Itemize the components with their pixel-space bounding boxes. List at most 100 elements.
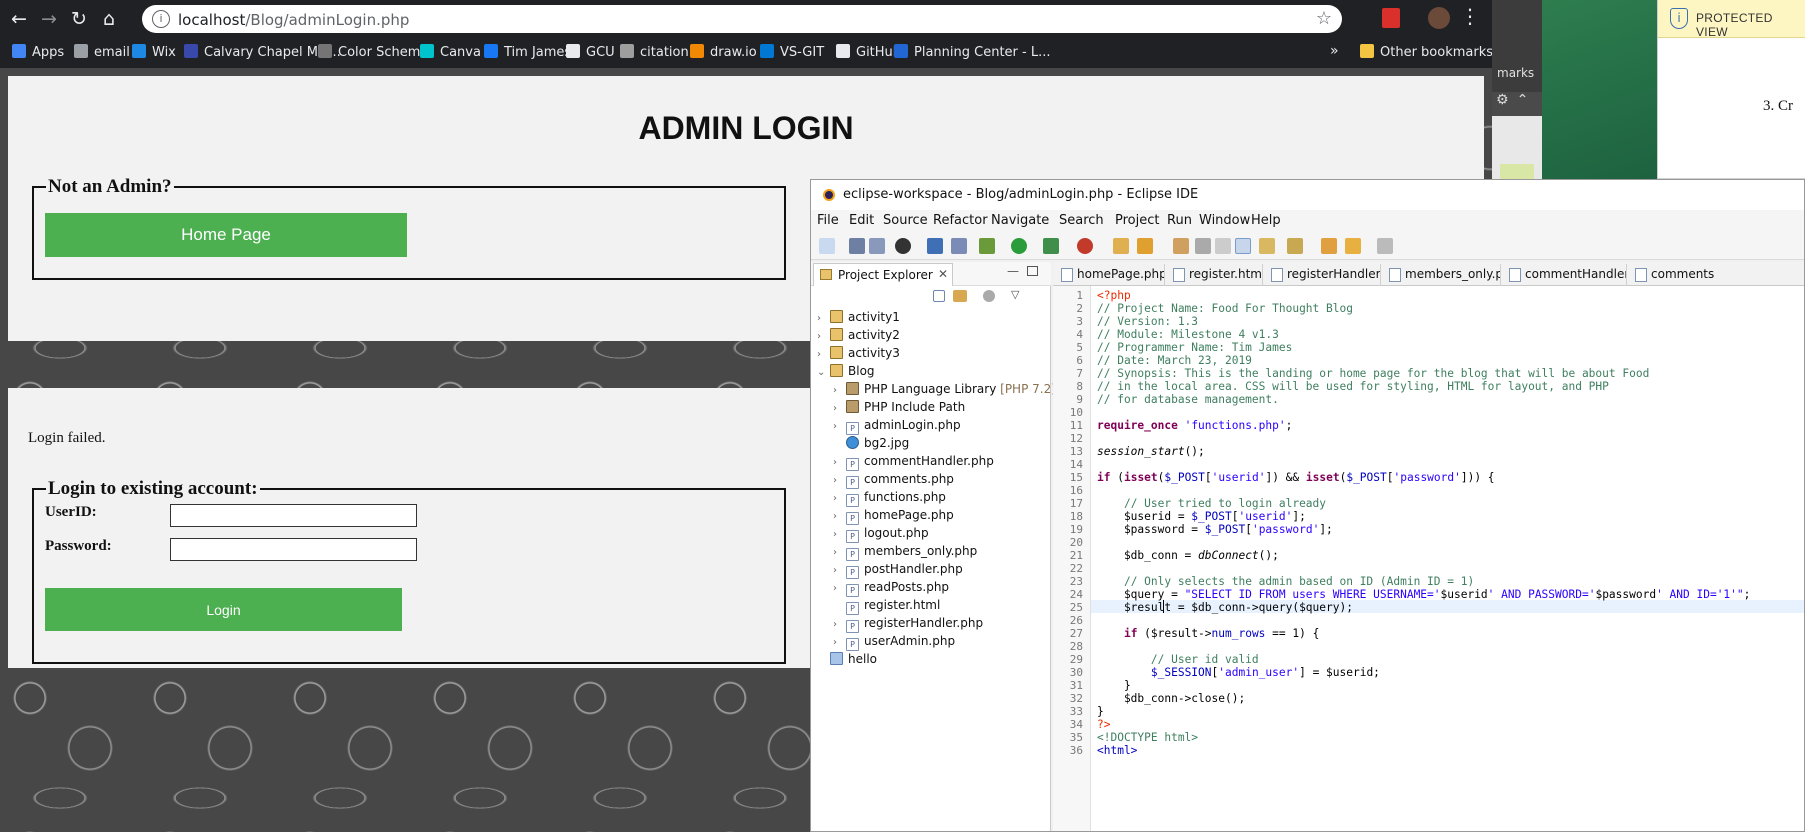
back-nav-icon[interactable]	[1345, 238, 1361, 254]
bookmark-star-icon[interactable]: ☆	[1316, 8, 1332, 29]
reload-icon[interactable]: ↻	[66, 6, 92, 32]
bookmark-item[interactable]: email	[74, 43, 130, 63]
bookmark-item[interactable]: Tim James	[484, 43, 571, 63]
menu-item-search[interactable]: Search	[1059, 213, 1104, 228]
profile-avatar-icon[interactable]	[1428, 7, 1450, 29]
tree-item[interactable]: › PcommentHandler.php	[833, 452, 994, 471]
collapse-icon[interactable]: ⌃	[1517, 92, 1529, 108]
tree-item[interactable]: › PregisterHandler.php	[833, 614, 983, 633]
editor-tab[interactable]: register.html	[1167, 264, 1263, 286]
password-input[interactable]	[170, 538, 417, 561]
gear-icon[interactable]: ⚙	[1496, 92, 1509, 108]
prev-annotation-icon[interactable]	[1287, 238, 1303, 254]
bookmark-item[interactable]: draw.io	[690, 43, 757, 63]
bookmark-item[interactable]: Planning Center - L...	[894, 43, 1050, 63]
debug-icon[interactable]	[979, 238, 995, 254]
tree-item[interactable]: › PhomePage.php	[833, 506, 954, 525]
bookmark-item[interactable]: GitHub	[836, 43, 901, 63]
tree-item[interactable]: › Pcomments.php	[833, 470, 954, 489]
terminal-icon[interactable]	[927, 238, 943, 254]
menu-item-run[interactable]: Run	[1167, 213, 1192, 228]
bookmark-item[interactable]: Color Scheme	[318, 43, 428, 63]
menu-item-window[interactable]: Window	[1199, 213, 1250, 228]
forward-icon[interactable]: →	[36, 6, 62, 32]
tree-item[interactable]: bg2.jpg	[833, 434, 909, 452]
menu-item-help[interactable]: Help	[1251, 213, 1281, 228]
tree-item[interactable]: › Pfunctions.php	[833, 488, 946, 507]
site-info-icon[interactable]: i	[152, 10, 170, 28]
editor-tab[interactable]: comments	[1629, 264, 1804, 286]
address-bar[interactable]: i localhost/Blog/adminLogin.php ☆	[142, 5, 1342, 33]
open-type-icon[interactable]	[1173, 238, 1189, 254]
menu-item-navigate[interactable]: Navigate	[991, 213, 1049, 228]
home-icon[interactable]: ⌂	[96, 6, 122, 32]
external-tools-icon[interactable]	[1077, 238, 1093, 254]
tree-item[interactable]: ⌄ Blog	[817, 362, 875, 380]
login-failed-message: Login failed.	[28, 430, 106, 446]
code-area[interactable]: <?php// Project Name: Food For Thought B…	[1091, 286, 1804, 831]
home-page-button[interactable]: Home Page	[45, 213, 407, 257]
bookmark-item[interactable]: Wix	[132, 43, 176, 63]
address-url[interactable]: localhost/Blog/adminLogin.php	[178, 11, 409, 29]
filter-icon[interactable]	[983, 290, 995, 302]
tree-item[interactable]: hello	[817, 650, 877, 668]
link-editor-icon[interactable]	[953, 290, 967, 302]
tree-item[interactable]: › PuserAdmin.php	[833, 632, 955, 651]
tree-item[interactable]: › PadminLogin.php	[833, 416, 961, 435]
minimize-icon[interactable]: —	[1007, 264, 1019, 278]
userid-input[interactable]	[170, 504, 417, 527]
tree-item[interactable]: › PpostHandler.php	[833, 560, 963, 579]
collapse-all-icon[interactable]	[933, 290, 945, 302]
login-button[interactable]: Login	[45, 588, 402, 631]
bookmark-item[interactable]: Canva	[420, 43, 481, 63]
project-explorer-tab[interactable]: Project Explorer ✕	[813, 263, 953, 286]
last-edit-icon[interactable]	[1321, 238, 1337, 254]
menu-item-edit[interactable]: Edit	[849, 213, 874, 228]
back-icon[interactable]: ←	[6, 6, 32, 32]
tree-item[interactable]: › Plogout.php	[833, 524, 929, 543]
skip-breakpoints-icon[interactable]	[951, 238, 967, 254]
bookmark-item[interactable]: citation	[620, 43, 689, 63]
tree-item[interactable]: › activity3	[817, 344, 900, 362]
tree-item[interactable]: › PreadPosts.php	[833, 578, 949, 597]
tree-item[interactable]: › PHP Language Library [PHP 7.2]	[833, 380, 1056, 398]
bookmarks-overflow-icon[interactable]: »	[1330, 43, 1339, 59]
save-all-icon[interactable]	[869, 238, 885, 254]
editor-tab[interactable]: registerHandler	[1265, 264, 1381, 286]
forward-nav-icon[interactable]	[1377, 238, 1393, 254]
menu-item-source[interactable]: Source	[883, 213, 928, 228]
view-menu-icon[interactable]: ▽	[1011, 288, 1019, 301]
build-icon[interactable]	[1137, 238, 1153, 254]
pdf-extension-icon[interactable]	[1382, 8, 1400, 28]
open-folder-icon[interactable]	[1113, 238, 1129, 254]
tree-item[interactable]: › activity1	[817, 308, 900, 326]
login-legend: Login to existing account:	[48, 478, 258, 499]
other-bookmarks[interactable]: Other bookmarks	[1360, 43, 1492, 63]
bookmark-item[interactable]: VS-GIT	[760, 43, 824, 63]
tree-item[interactable]: › activity2	[817, 326, 900, 344]
editor-tab[interactable]: members_only.ph	[1383, 264, 1501, 286]
tree-item[interactable]: › PHP Include Path	[833, 398, 965, 416]
task-icon[interactable]	[1195, 238, 1211, 254]
mark-occurrences-icon[interactable]	[1235, 238, 1251, 254]
new-icon[interactable]	[819, 238, 835, 254]
maximize-icon[interactable]	[1027, 266, 1038, 276]
run-icon[interactable]	[1011, 238, 1027, 254]
menu-item-file[interactable]: File	[817, 213, 839, 228]
browser-menu-icon[interactable]: ⋮	[1460, 4, 1480, 28]
menu-item-refactor[interactable]: Refactor	[933, 213, 988, 228]
pilcrow-icon[interactable]	[1215, 238, 1231, 254]
bookmark-item[interactable]: Apps	[12, 43, 64, 63]
close-icon[interactable]: ✕	[938, 267, 948, 281]
save-icon[interactable]	[849, 238, 865, 254]
menu-item-project[interactable]: Project	[1115, 213, 1159, 228]
coverage-icon[interactable]	[1043, 238, 1059, 254]
next-annotation-icon[interactable]	[1259, 238, 1275, 254]
expanded-chevron-icon[interactable]: ⌄	[817, 364, 827, 382]
editor-tab[interactable]: commentHandler.	[1503, 264, 1627, 286]
tree-item[interactable]: Pregister.html	[833, 596, 940, 615]
bookmark-item[interactable]: GCU	[566, 43, 615, 63]
profile-icon[interactable]	[895, 238, 911, 254]
editor-tab[interactable]: homePage.php	[1055, 264, 1165, 286]
tree-item[interactable]: › Pmembers_only.php	[833, 542, 977, 561]
